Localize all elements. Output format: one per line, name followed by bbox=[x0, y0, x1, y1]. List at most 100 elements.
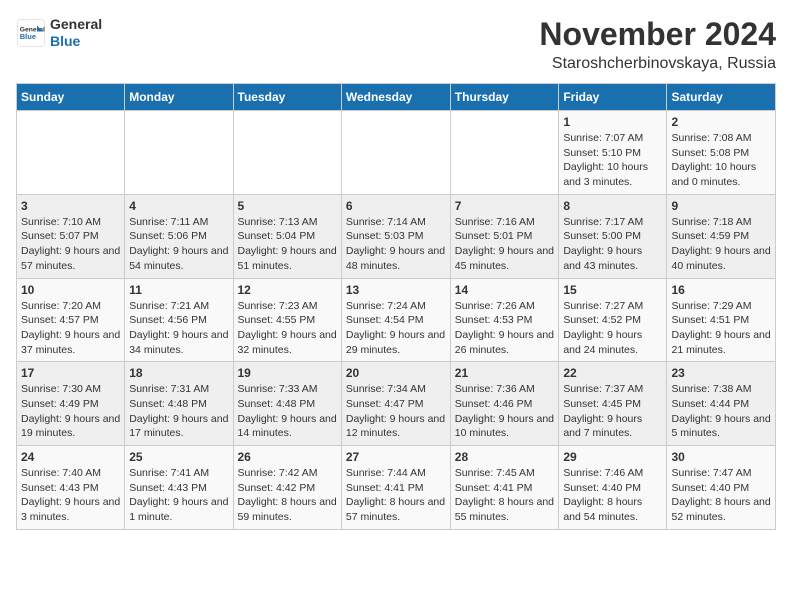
calendar-cell bbox=[17, 111, 125, 195]
day-info: Sunrise: 7:21 AMSunset: 4:56 PMDaylight:… bbox=[129, 299, 228, 358]
calendar-cell: 12 Sunrise: 7:23 AMSunset: 4:55 PMDayligh… bbox=[233, 278, 341, 362]
day-number: 29 bbox=[563, 450, 662, 464]
day-number: 11 bbox=[129, 283, 228, 297]
weekday-thursday: Thursday bbox=[450, 84, 559, 111]
calendar-cell: 9 Sunrise: 7:18 AMSunset: 4:59 PMDaylight… bbox=[667, 194, 776, 278]
day-number: 1 bbox=[563, 115, 662, 129]
calendar-cell: 13Sunrise: 7:24 AMSunset: 4:54 PMDayligh… bbox=[341, 278, 450, 362]
weekday-row: SundayMondayTuesdayWednesdayThursdayFrid… bbox=[17, 84, 776, 111]
day-number: 28 bbox=[455, 450, 555, 464]
calendar-cell: 4 Sunrise: 7:11 AMSunset: 5:06 PMDaylight… bbox=[125, 194, 233, 278]
weekday-wednesday: Wednesday bbox=[341, 84, 450, 111]
calendar-cell: 28 Sunrise: 7:45 AMSunset: 4:41 PMDayligh… bbox=[450, 446, 559, 530]
day-info: Sunrise: 7:16 AMSunset: 5:01 PMDaylight:… bbox=[455, 215, 555, 274]
day-info: Sunrise: 7:36 AMSunset: 4:46 PMDaylight:… bbox=[455, 382, 555, 441]
day-info: Sunrise: 7:14 AMSunset: 5:03 PMDaylight:… bbox=[346, 215, 446, 274]
calendar-cell: 24Sunrise: 7:40 AMSunset: 4:43 PMDayligh… bbox=[17, 446, 125, 530]
calendar-cell: 7 Sunrise: 7:16 AMSunset: 5:01 PMDaylight… bbox=[450, 194, 559, 278]
calendar-cell: 30 Sunrise: 7:47 AMSunset: 4:40 PMDayligh… bbox=[667, 446, 776, 530]
calendar-cell: 11 Sunrise: 7:21 AMSunset: 4:56 PMDayligh… bbox=[125, 278, 233, 362]
day-info: Sunrise: 7:30 AMSunset: 4:49 PMDaylight:… bbox=[21, 382, 120, 441]
calendar-cell bbox=[341, 111, 450, 195]
day-info: Sunrise: 7:08 AMSunset: 5:08 PMDaylight:… bbox=[671, 131, 771, 190]
weekday-monday: Monday bbox=[125, 84, 233, 111]
calendar-cell: 20 Sunrise: 7:34 AMSunset: 4:47 PMDayligh… bbox=[341, 362, 450, 446]
calendar-cell: 17 Sunrise: 7:30 AMSunset: 4:49 PMDayligh… bbox=[17, 362, 125, 446]
day-number: 9 bbox=[671, 199, 771, 213]
calendar-cell: 25 Sunrise: 7:41 AMSunset: 4:43 PMDayligh… bbox=[125, 446, 233, 530]
calendar-cell: 2Sunrise: 7:08 AMSunset: 5:08 PMDaylight… bbox=[667, 111, 776, 195]
day-number: 22 bbox=[563, 366, 662, 380]
day-number: 23 bbox=[671, 366, 771, 380]
calendar-cell: 19Sunrise: 7:33 AMSunset: 4:48 PMDayligh… bbox=[233, 362, 341, 446]
day-number: 7 bbox=[455, 199, 555, 213]
weekday-sunday: Sunday bbox=[17, 84, 125, 111]
calendar-cell: 1 Sunrise: 7:07 AMSunset: 5:10 PMDaylight… bbox=[559, 111, 667, 195]
calendar-cell: 15 Sunrise: 7:27 AMSunset: 4:52 PMDayligh… bbox=[559, 278, 667, 362]
calendar-cell: 23Sunrise: 7:38 AMSunset: 4:44 PMDayligh… bbox=[667, 362, 776, 446]
day-number: 15 bbox=[563, 283, 662, 297]
day-info: Sunrise: 7:11 AMSunset: 5:06 PMDaylight:… bbox=[129, 215, 228, 274]
day-info: Sunrise: 7:47 AMSunset: 4:40 PMDaylight:… bbox=[671, 466, 771, 525]
calendar-body: 1 Sunrise: 7:07 AMSunset: 5:10 PMDaylight… bbox=[17, 111, 776, 530]
logo: General Blue General Blue bbox=[16, 16, 102, 50]
calendar-cell bbox=[450, 111, 559, 195]
week-row-4: 17 Sunrise: 7:30 AMSunset: 4:49 PMDayligh… bbox=[17, 362, 776, 446]
weekday-tuesday: Tuesday bbox=[233, 84, 341, 111]
day-info: Sunrise: 7:27 AMSunset: 4:52 PMDaylight:… bbox=[563, 299, 662, 358]
calendar-cell: 22 Sunrise: 7:37 AMSunset: 4:45 PMDayligh… bbox=[559, 362, 667, 446]
day-info: Sunrise: 7:46 AMSunset: 4:40 PMDaylight:… bbox=[563, 466, 662, 525]
day-number: 20 bbox=[346, 366, 446, 380]
day-info: Sunrise: 7:34 AMSunset: 4:47 PMDaylight:… bbox=[346, 382, 446, 441]
day-info: Sunrise: 7:45 AMSunset: 4:41 PMDaylight:… bbox=[455, 466, 555, 525]
day-number: 18 bbox=[129, 366, 228, 380]
logo-text: General Blue bbox=[50, 16, 102, 50]
day-number: 12 bbox=[238, 283, 337, 297]
day-info: Sunrise: 7:20 AMSunset: 4:57 PMDaylight:… bbox=[21, 299, 120, 358]
calendar-cell: 29 Sunrise: 7:46 AMSunset: 4:40 PMDayligh… bbox=[559, 446, 667, 530]
title-section: November 2024 Staroshcherbinovskaya, Rus… bbox=[539, 16, 776, 73]
day-info: Sunrise: 7:29 AMSunset: 4:51 PMDaylight:… bbox=[671, 299, 771, 358]
weekday-saturday: Saturday bbox=[667, 84, 776, 111]
day-number: 27 bbox=[346, 450, 446, 464]
calendar-cell: 6 Sunrise: 7:14 AMSunset: 5:03 PMDaylight… bbox=[341, 194, 450, 278]
day-info: Sunrise: 7:23 AMSunset: 4:55 PMDaylight:… bbox=[238, 299, 337, 358]
logo-general: General bbox=[50, 16, 102, 32]
day-number: 6 bbox=[346, 199, 446, 213]
weekday-friday: Friday bbox=[559, 84, 667, 111]
day-info: Sunrise: 7:13 AMSunset: 5:04 PMDaylight:… bbox=[238, 215, 337, 274]
week-row-1: 1 Sunrise: 7:07 AMSunset: 5:10 PMDaylight… bbox=[17, 111, 776, 195]
day-number: 14 bbox=[455, 283, 555, 297]
calendar-cell: 5Sunrise: 7:13 AMSunset: 5:04 PMDaylight… bbox=[233, 194, 341, 278]
calendar-cell bbox=[125, 111, 233, 195]
day-number: 25 bbox=[129, 450, 228, 464]
logo-blue: Blue bbox=[50, 33, 80, 49]
day-info: Sunrise: 7:40 AMSunset: 4:43 PMDaylight:… bbox=[21, 466, 120, 525]
calendar-cell: 27 Sunrise: 7:44 AMSunset: 4:41 PMDayligh… bbox=[341, 446, 450, 530]
day-info: Sunrise: 7:07 AMSunset: 5:10 PMDaylight:… bbox=[563, 131, 662, 190]
day-number: 4 bbox=[129, 199, 228, 213]
calendar-cell: 14 Sunrise: 7:26 AMSunset: 4:53 PMDayligh… bbox=[450, 278, 559, 362]
svg-text:Blue: Blue bbox=[20, 32, 36, 41]
calendar-table: SundayMondayTuesdayWednesdayThursdayFrid… bbox=[16, 83, 776, 530]
logo-icon: General Blue bbox=[16, 18, 46, 48]
day-info: Sunrise: 7:26 AMSunset: 4:53 PMDaylight:… bbox=[455, 299, 555, 358]
day-info: Sunrise: 7:31 AMSunset: 4:48 PMDaylight:… bbox=[129, 382, 228, 441]
calendar-cell: 10Sunrise: 7:20 AMSunset: 4:57 PMDayligh… bbox=[17, 278, 125, 362]
calendar-cell: 16 Sunrise: 7:29 AMSunset: 4:51 PMDayligh… bbox=[667, 278, 776, 362]
week-row-3: 10Sunrise: 7:20 AMSunset: 4:57 PMDayligh… bbox=[17, 278, 776, 362]
week-row-5: 24Sunrise: 7:40 AMSunset: 4:43 PMDayligh… bbox=[17, 446, 776, 530]
day-info: Sunrise: 7:24 AMSunset: 4:54 PMDaylight:… bbox=[346, 299, 446, 358]
day-number: 30 bbox=[671, 450, 771, 464]
day-number: 17 bbox=[21, 366, 120, 380]
day-info: Sunrise: 7:41 AMSunset: 4:43 PMDaylight:… bbox=[129, 466, 228, 525]
day-number: 3 bbox=[21, 199, 120, 213]
day-info: Sunrise: 7:10 AMSunset: 5:07 PMDaylight:… bbox=[21, 215, 120, 274]
month-title: November 2024 bbox=[539, 16, 776, 53]
day-info: Sunrise: 7:17 AMSunset: 5:00 PMDaylight:… bbox=[563, 215, 662, 274]
day-number: 16 bbox=[671, 283, 771, 297]
day-info: Sunrise: 7:44 AMSunset: 4:41 PMDaylight:… bbox=[346, 466, 446, 525]
day-info: Sunrise: 7:37 AMSunset: 4:45 PMDaylight:… bbox=[563, 382, 662, 441]
day-info: Sunrise: 7:18 AMSunset: 4:59 PMDaylight:… bbox=[671, 215, 771, 274]
day-number: 21 bbox=[455, 366, 555, 380]
